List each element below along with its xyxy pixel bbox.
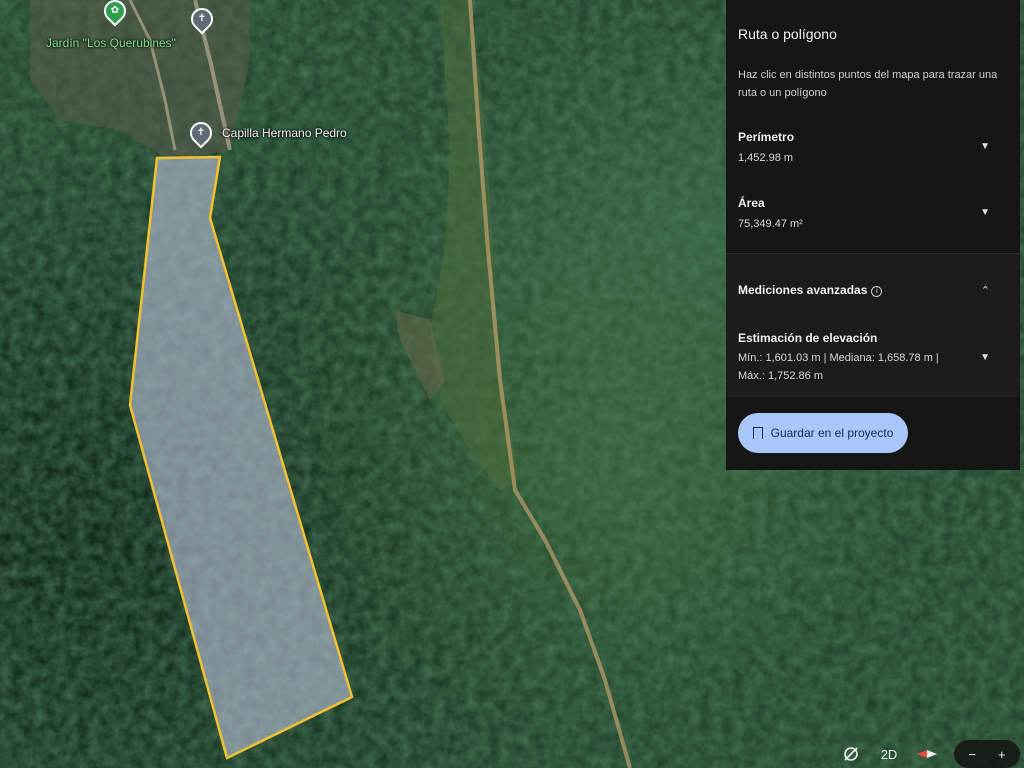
area-label: Área — [738, 196, 765, 210]
poi-label-chapel[interactable]: Capilla Hermano Pedro — [222, 126, 347, 140]
save-to-project-button[interactable]: Guardar en el proyecto — [738, 413, 908, 453]
perimeter-chevron-down-icon[interactable]: ▼ — [980, 141, 990, 152]
info-icon[interactable]: i — [871, 286, 883, 297]
zoom-in-button[interactable]: + — [998, 747, 1006, 762]
bookmark-icon — [752, 427, 763, 439]
advanced-measurements-header[interactable]: Mediciones avanzadas i — [738, 283, 883, 297]
panel-title: Ruta o polígono — [738, 26, 837, 42]
save-to-project-label: Guardar en el proyecto — [770, 426, 894, 440]
poi-label-garden[interactable]: Jardín "Los Querubines" — [46, 36, 176, 50]
advanced-measurements-section: Mediciones avanzadas i ⌃ Estimación de el… — [726, 254, 1020, 397]
elevation-label: Estimación de elevación — [738, 331, 878, 345]
compass-icon[interactable] — [912, 740, 942, 768]
elevation-line-1: Mín.: 1,601.03 m | Mediana: 1,658.78 m | — [738, 352, 939, 364]
area-chevron-down-icon[interactable]: ▼ — [980, 207, 990, 218]
perimeter-value: 1,452.98 m — [738, 152, 794, 164]
zoom-controls: − + — [954, 740, 1020, 768]
chevron-up-icon[interactable]: ⌃ — [981, 284, 990, 297]
elevation-line-2: Máx.: 1,752.86 m — [738, 370, 823, 382]
perimeter-label: Perímetro — [738, 130, 795, 144]
panel-description: Haz clic en distintos puntos del mapa pa… — [738, 69, 998, 99]
zoom-out-button[interactable]: − — [968, 747, 976, 762]
elevation-chevron-down-icon[interactable]: ▼ — [980, 352, 990, 363]
map-controls: 2D − + — [836, 740, 1024, 768]
measure-panel: Ruta o polígono Haz clic en distintos pu… — [726, 0, 1020, 470]
area-value: 75,349.47 m² — [738, 218, 803, 230]
hide-layers-icon[interactable] — [836, 740, 866, 768]
advanced-measurements-label: Mediciones avanzadas — [738, 283, 868, 297]
view-mode-button[interactable]: 2D — [874, 740, 904, 768]
